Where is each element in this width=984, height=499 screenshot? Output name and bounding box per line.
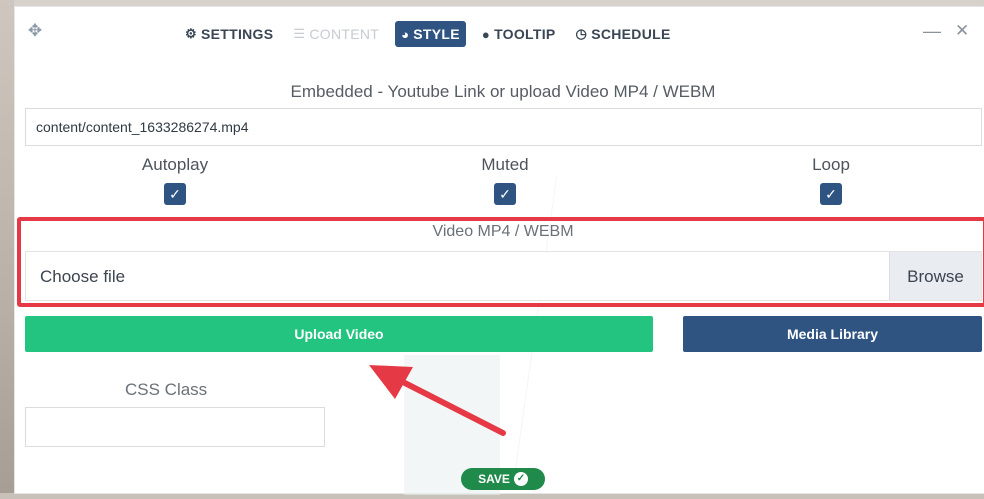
tab-label: STYLE — [413, 26, 460, 42]
tab-label: TOOLTIP — [494, 26, 556, 42]
move-icon[interactable]: ✥ — [25, 21, 45, 41]
tab-label: SCHEDULE — [591, 26, 671, 42]
css-class-input[interactable] — [25, 407, 325, 447]
annotation-arrow-icon — [369, 365, 506, 436]
embed-label: Embedded - Youtube Link or upload Video … — [290, 82, 716, 101]
css-class-label: CSS Class — [125, 380, 208, 399]
save-label: SAVE — [478, 472, 510, 486]
media-library-button[interactable]: Media Library — [683, 316, 982, 352]
check-circle-icon: ✓ — [513, 472, 528, 486]
embed-url-input[interactable] — [25, 108, 982, 146]
autoplay-checkbox[interactable]: ✓ — [164, 183, 186, 205]
tab-bar: ⚙ SETTINGS ☰ CONTENT ◕ STYLE ● TOOLTIP ◷… — [181, 21, 675, 47]
palette-icon: ◕ — [401, 26, 410, 42]
content-icon: ☰ — [293, 26, 306, 41]
save-button[interactable]: SAVE ✓ — [461, 468, 545, 490]
loop-label: Loop — [812, 155, 850, 174]
editor-panel: ✥ ⚙ SETTINGS ☰ CONTENT ◕ STYLE ● TOOLTIP… — [14, 6, 984, 495]
upload-video-button[interactable]: Upload Video — [25, 316, 653, 352]
clock-icon: ◷ — [575, 26, 588, 41]
tab-schedule[interactable]: ◷ SCHEDULE — [572, 21, 675, 47]
comment-icon: ● — [481, 26, 491, 42]
muted-label: Muted — [481, 155, 529, 174]
toolbar: ✥ ⚙ SETTINGS ☰ CONTENT ◕ STYLE ● TOOLTIP… — [15, 19, 984, 49]
close-icon[interactable]: ✕ — [955, 21, 969, 41]
tab-tooltip[interactable]: ● TOOLTIP — [478, 21, 560, 47]
minimize-icon[interactable]: — — [923, 21, 941, 42]
tab-label: CONTENT — [309, 26, 380, 42]
loop-option: Loop ✓ — [761, 155, 901, 205]
background-left — [0, 0, 14, 499]
tab-label: SETTINGS — [200, 26, 274, 42]
autoplay-label: Autoplay — [141, 155, 209, 174]
muted-option: Muted ✓ — [435, 155, 575, 205]
tab-style[interactable]: ◕ STYLE — [395, 21, 466, 47]
gear-icon: ⚙ — [185, 26, 197, 41]
tab-settings[interactable]: ⚙ SETTINGS — [181, 21, 277, 47]
muted-checkbox[interactable]: ✓ — [494, 183, 516, 205]
highlight-box — [17, 217, 984, 307]
loop-checkbox[interactable]: ✓ — [820, 183, 842, 205]
tab-content[interactable]: ☰ CONTENT — [289, 21, 383, 47]
autoplay-option: Autoplay ✓ — [105, 155, 245, 205]
